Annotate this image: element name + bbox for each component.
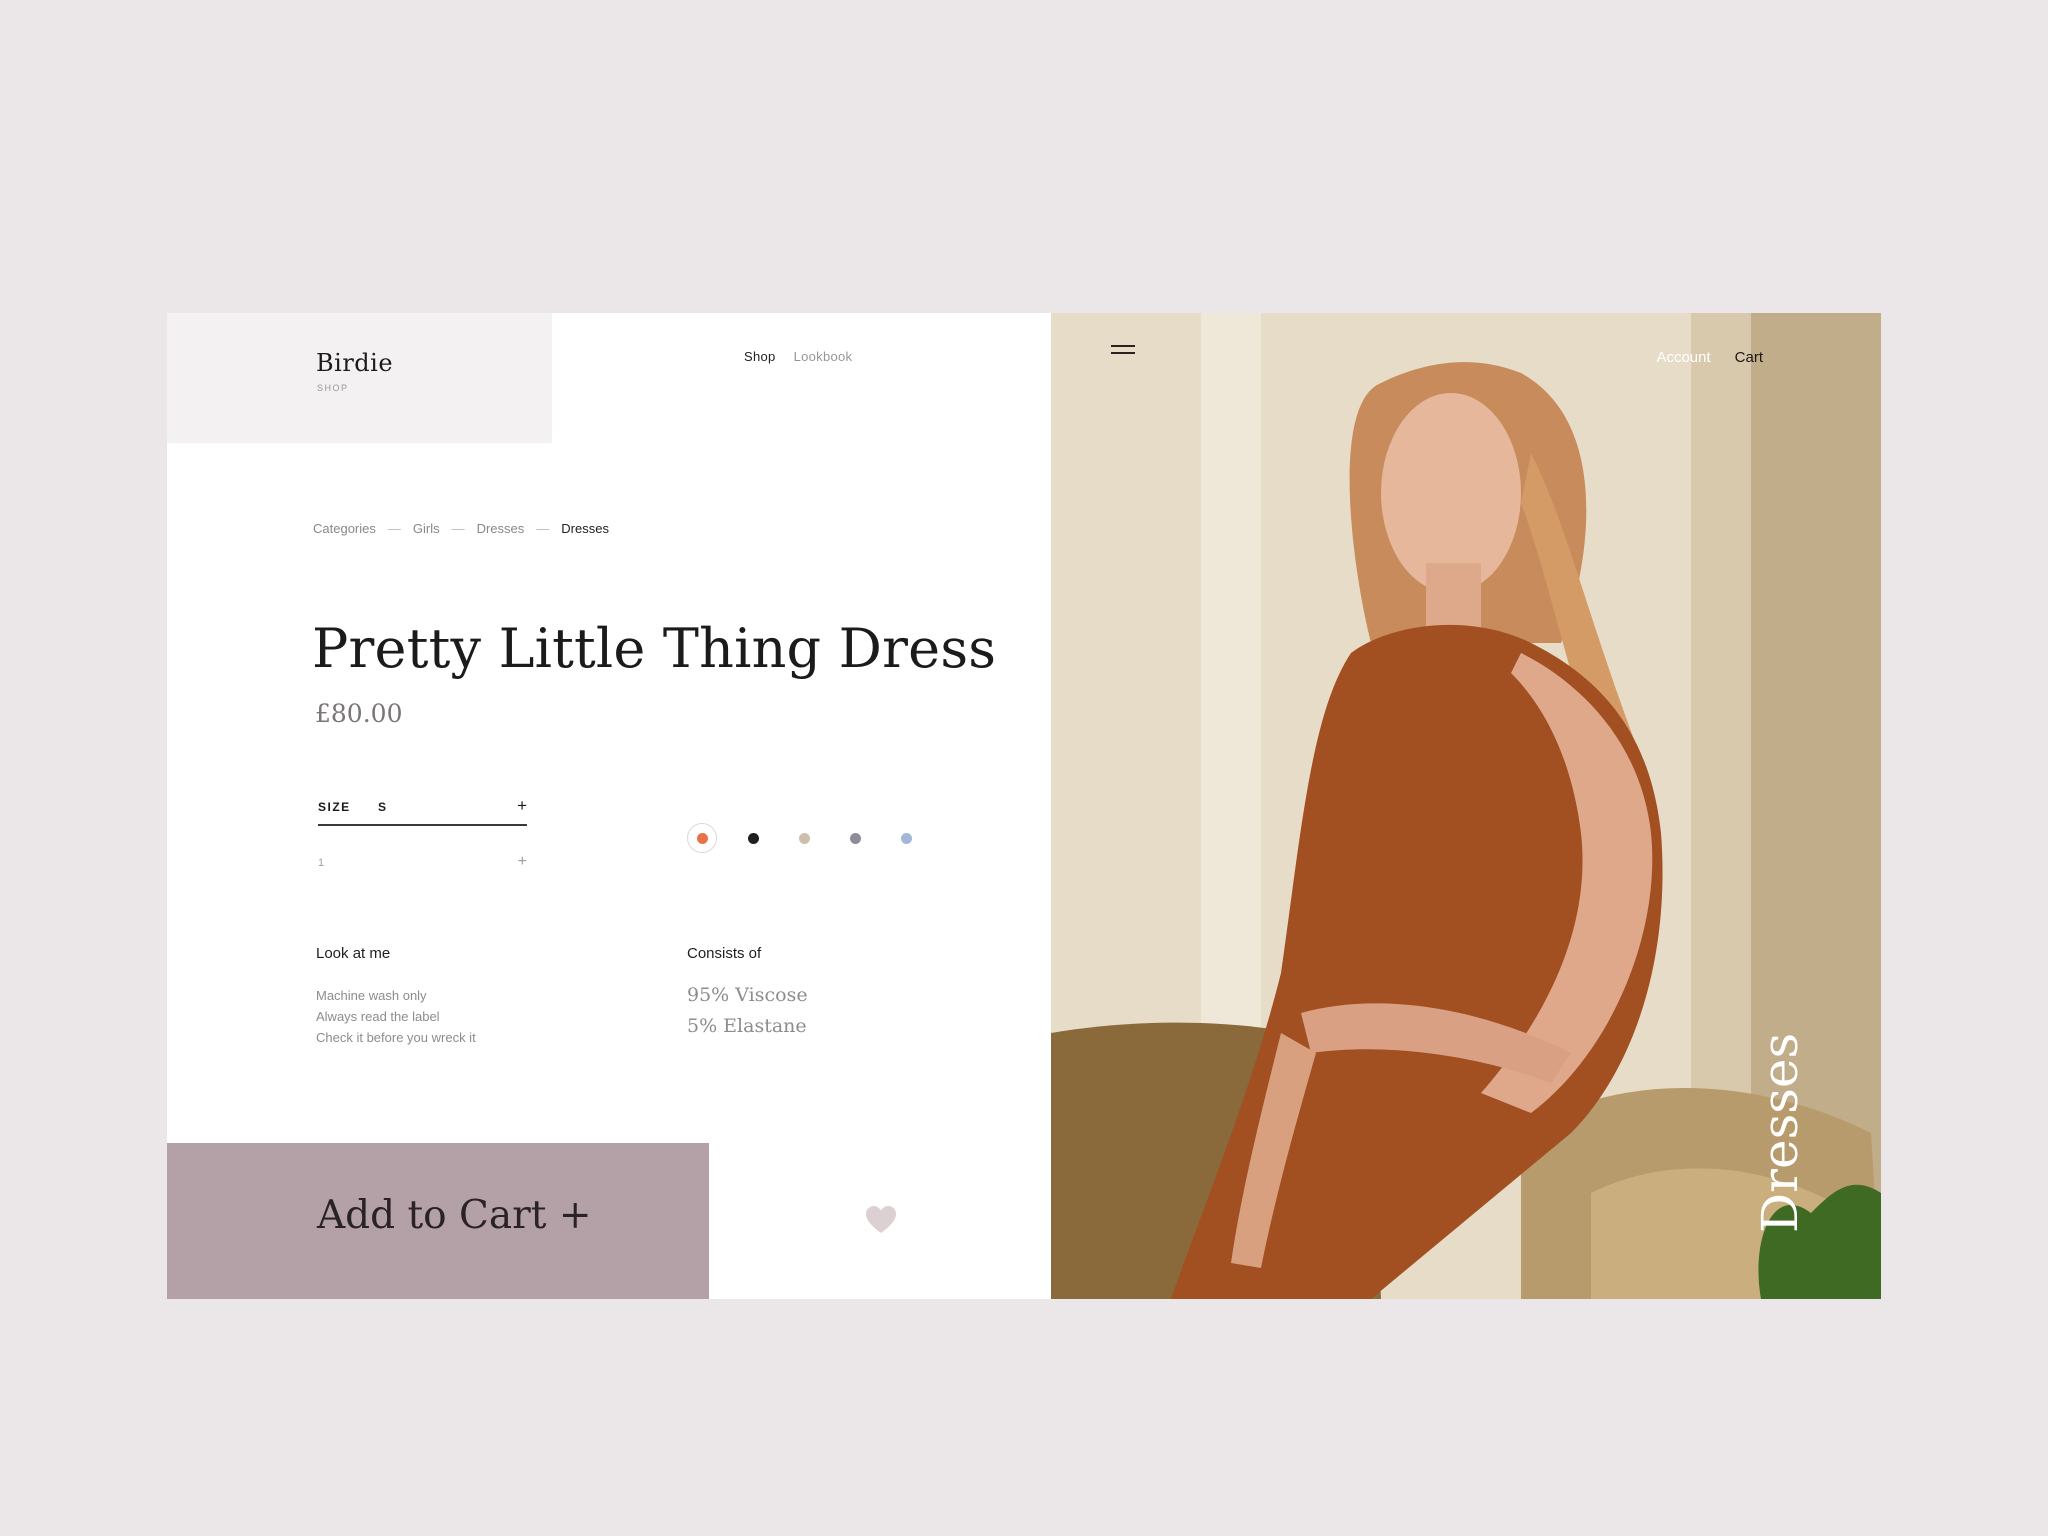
size-value: S: [378, 800, 387, 814]
color-swatches: [687, 823, 947, 863]
size-selector[interactable]: SIZE S +: [318, 796, 527, 826]
nav-shop-link[interactable]: Shop: [744, 349, 776, 364]
breadcrumb: Categories — Girls — Dresses — Dresses: [313, 521, 609, 536]
quantity-value: 1: [318, 857, 325, 869]
care-title: Look at me: [316, 945, 391, 962]
quantity-stepper[interactable]: 1 +: [318, 853, 527, 877]
brand-subtitle: SHOP: [317, 383, 349, 393]
color-swatch-option[interactable]: [738, 823, 768, 853]
breadcrumb-item-current: Dresses: [561, 521, 609, 536]
color-swatch-dot: [798, 832, 810, 844]
hero-image: Account Cart Dresses: [1051, 313, 1881, 1299]
brand-logo[interactable]: Birdie: [316, 349, 393, 377]
color-swatch-option[interactable]: [840, 823, 870, 853]
product-page-card: Birdie SHOP Shop Lookbook Categories — G…: [167, 313, 1881, 1299]
color-swatch-dot: [849, 832, 861, 844]
size-expand-button[interactable]: +: [517, 796, 527, 816]
composition-item: 95% Viscose: [687, 984, 808, 1006]
nav-account-link[interactable]: Account: [1656, 349, 1710, 366]
nav-lookbook-link[interactable]: Lookbook: [794, 349, 853, 364]
category-vertical-text: Dresses: [1751, 1032, 1809, 1233]
color-swatch-option[interactable]: [891, 823, 921, 853]
category-vertical-label: Dresses: [1751, 1033, 1821, 1233]
care-item: Always read the label: [316, 1009, 440, 1024]
top-nav: Shop Lookbook: [744, 349, 852, 364]
nav-cart-link[interactable]: Cart: [1735, 349, 1763, 366]
size-label: SIZE: [318, 800, 351, 814]
breadcrumb-item-dresses[interactable]: Dresses: [477, 521, 525, 536]
breadcrumb-separator: —: [387, 521, 401, 536]
add-to-cart-button[interactable]: Add to Cart +: [167, 1143, 709, 1299]
product-price: £80.00: [315, 699, 403, 728]
care-item: Check it before you wreck it: [316, 1030, 476, 1045]
hamburger-menu-icon[interactable]: [1111, 345, 1137, 359]
color-swatch-option[interactable]: [789, 823, 819, 853]
breadcrumb-separator: —: [451, 521, 465, 536]
heart-icon[interactable]: [866, 1206, 896, 1234]
color-swatch-dot: [747, 832, 759, 844]
composition-title: Consists of: [687, 945, 762, 962]
care-item: Machine wash only: [316, 988, 427, 1003]
color-swatch-dot: [696, 832, 708, 844]
brand-block: Birdie SHOP: [167, 313, 552, 443]
composition-list: 95% Viscose 5% Elastane: [687, 980, 808, 1042]
breadcrumb-separator: —: [536, 521, 550, 536]
composition-item: 5% Elastane: [687, 1015, 807, 1037]
color-swatch-option[interactable]: [687, 823, 717, 853]
color-swatch-dot: [900, 832, 912, 844]
account-nav: Account Cart: [1656, 349, 1763, 366]
breadcrumb-item-girls[interactable]: Girls: [413, 521, 440, 536]
breadcrumb-item-categories[interactable]: Categories: [313, 521, 376, 536]
care-list: Machine wash only Always read the label …: [316, 985, 476, 1048]
product-title: Pretty Little Thing Dress: [312, 617, 997, 680]
add-to-cart-label: Add to Cart +: [317, 1193, 592, 1238]
quantity-increase-button[interactable]: +: [518, 853, 527, 871]
